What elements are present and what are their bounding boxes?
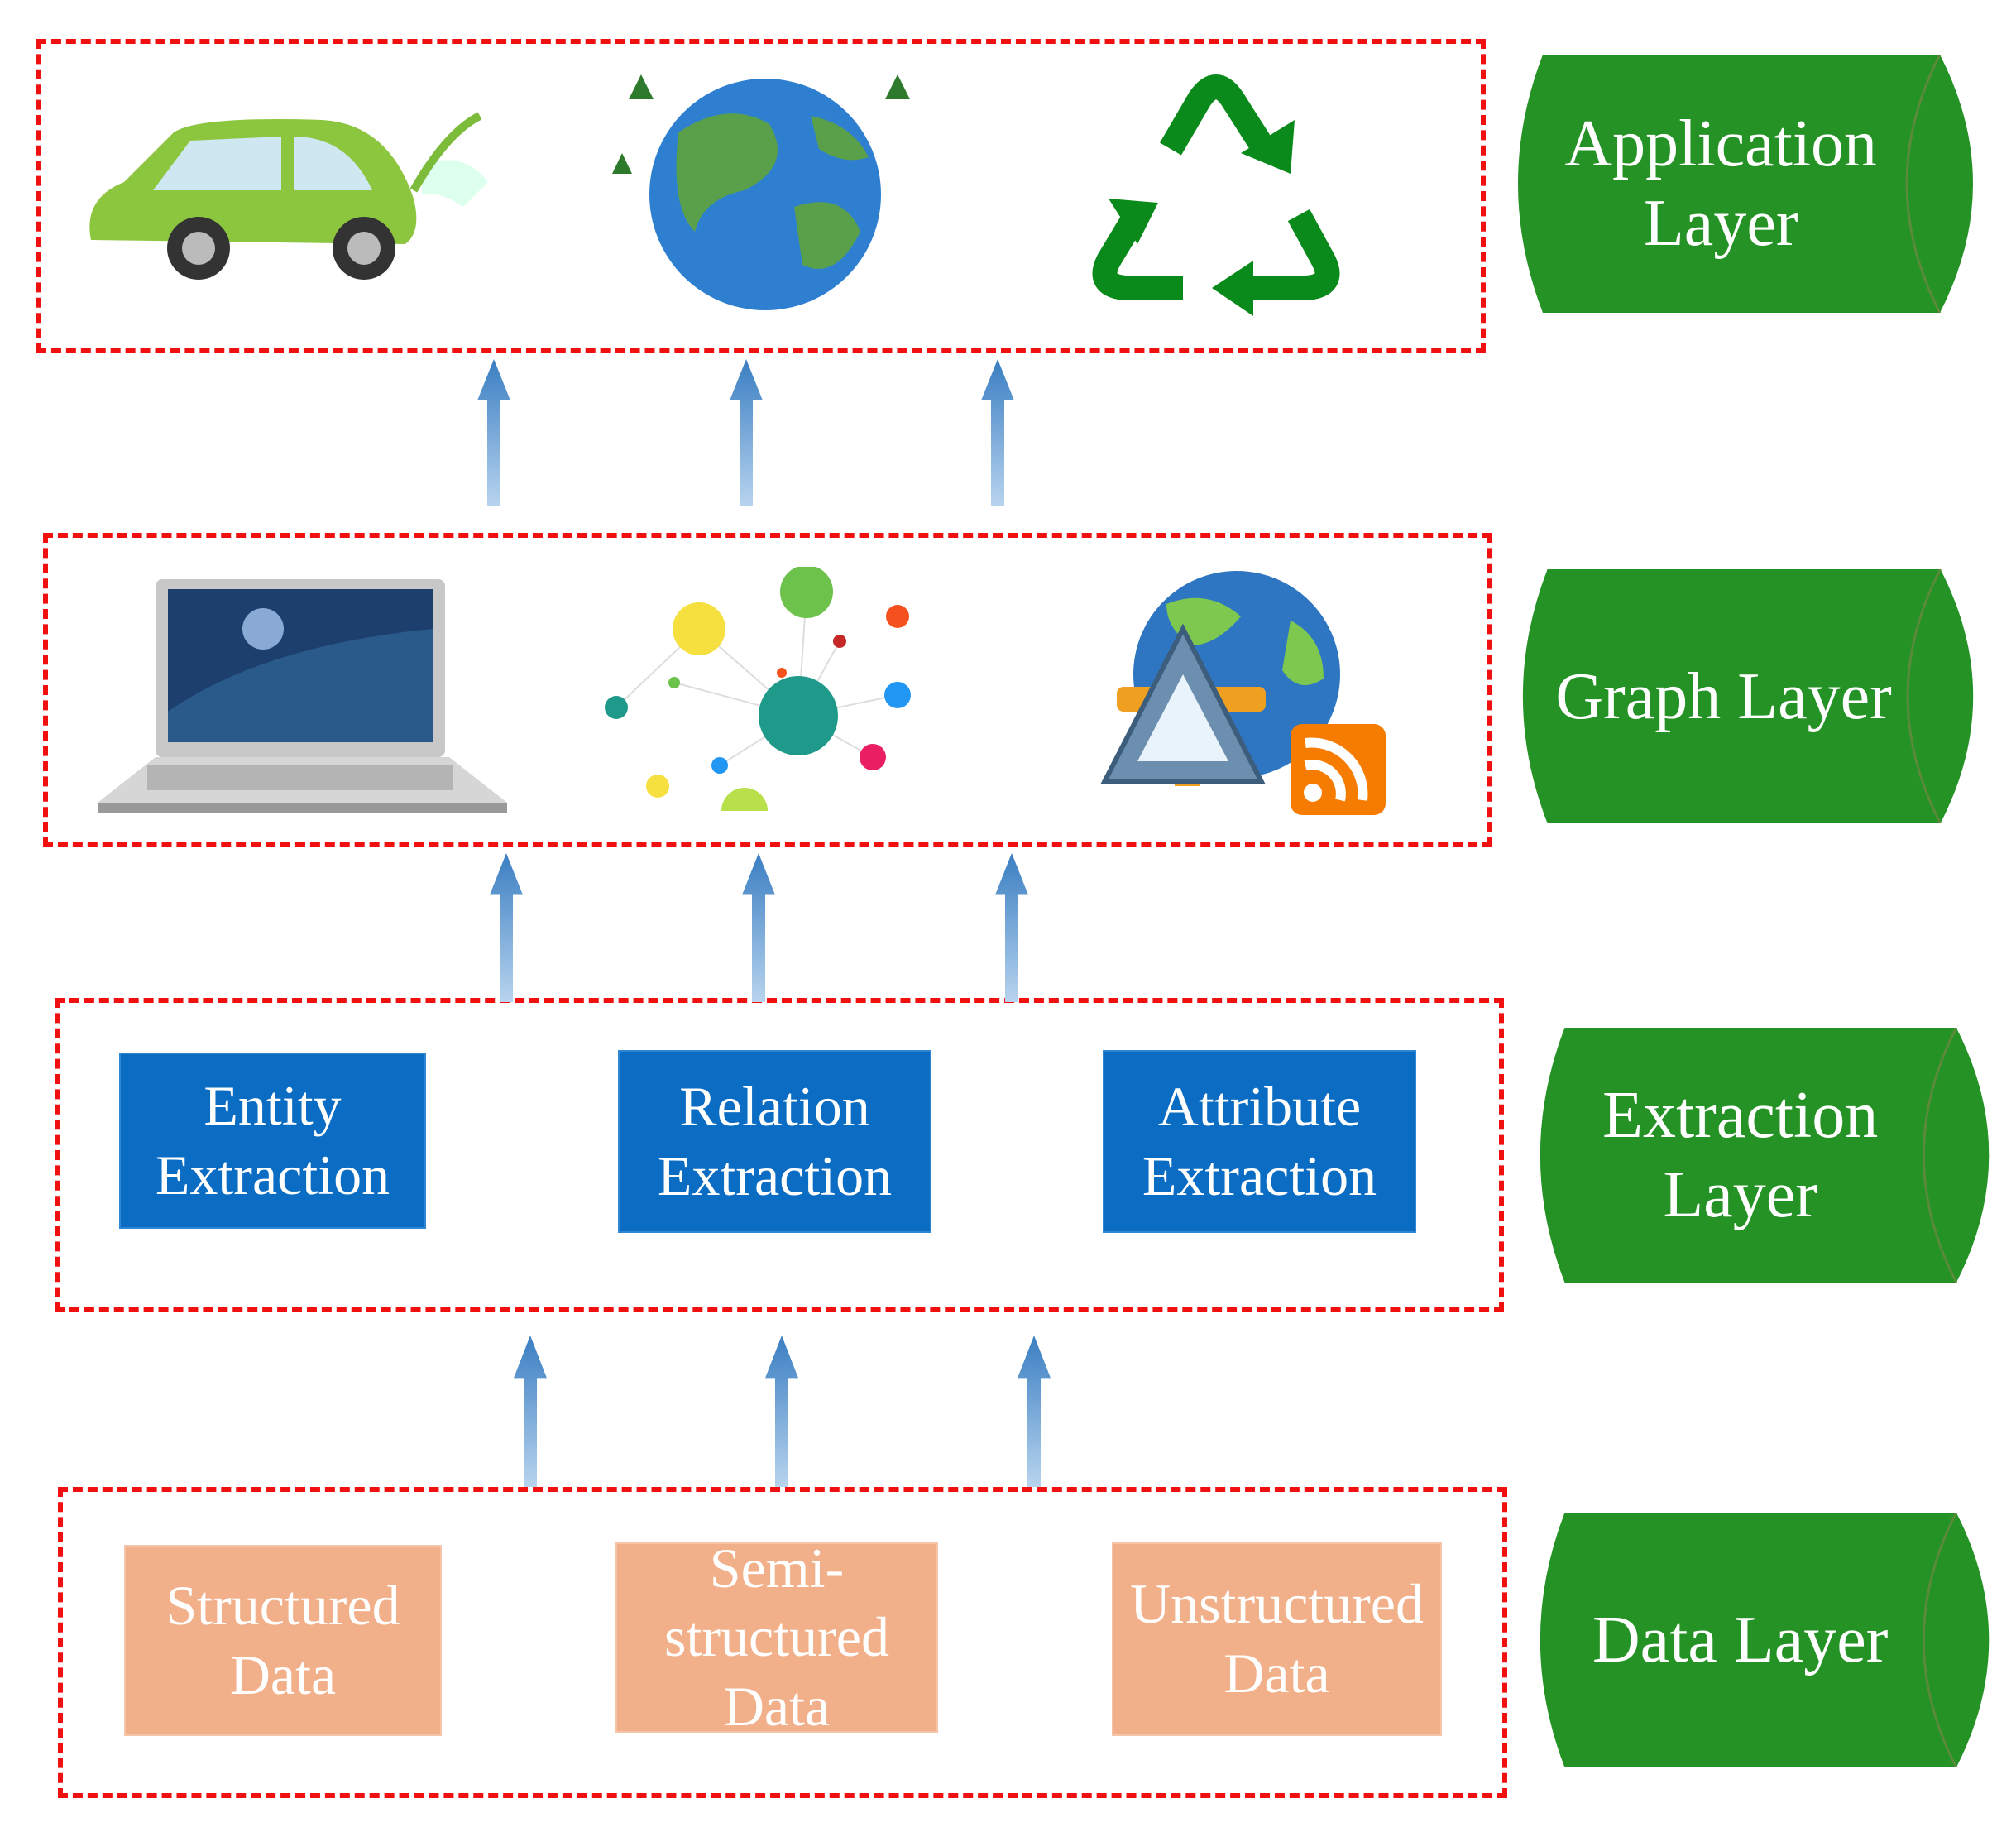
layer-label-text: Extraction Layer [1602,1079,1879,1231]
arrow-up-icon [765,1336,798,1487]
entity-extraction-box: Entity Extraction [119,1053,426,1229]
data-layer-label: Data Layer [1532,1513,2005,1767]
unstructured-data-box: Unstructured Data [1112,1542,1442,1736]
arrow-up-icon [730,359,763,506]
recycle-icon [1075,58,1357,319]
arrow-up-icon [995,853,1028,1002]
electric-car-icon [74,99,505,281]
earth-globe-icon [604,66,927,314]
structured-data-box: Structured Data [124,1545,442,1736]
extraction-layer-label: Extraction Layer [1532,1028,2005,1283]
globe-rss-icon [1100,571,1390,819]
relation-extraction-box: Relation Extraction [618,1050,931,1233]
layer-label-text: Data Layer [1592,1604,1889,1676]
layer-label-text: Application Layer [1564,108,1878,260]
attribute-extraction-box: Attribute Extraction [1103,1050,1416,1233]
graph-layer-label: Graph Layer [1515,569,1990,823]
arrow-up-icon [981,359,1014,506]
layer-label-text: Graph Layer [1555,659,1892,733]
arrow-up-icon [477,359,510,506]
arrow-up-icon [742,853,775,1002]
network-graph-icon [600,567,927,811]
semi-structured-data-box: Semi-structured Data [615,1537,938,1738]
laptop-icon [98,579,507,813]
arrow-up-icon [514,1336,547,1487]
arrow-up-icon [490,853,523,1002]
application-layer-label: Application Layer [1510,55,1990,313]
arrow-up-icon [1018,1336,1051,1487]
